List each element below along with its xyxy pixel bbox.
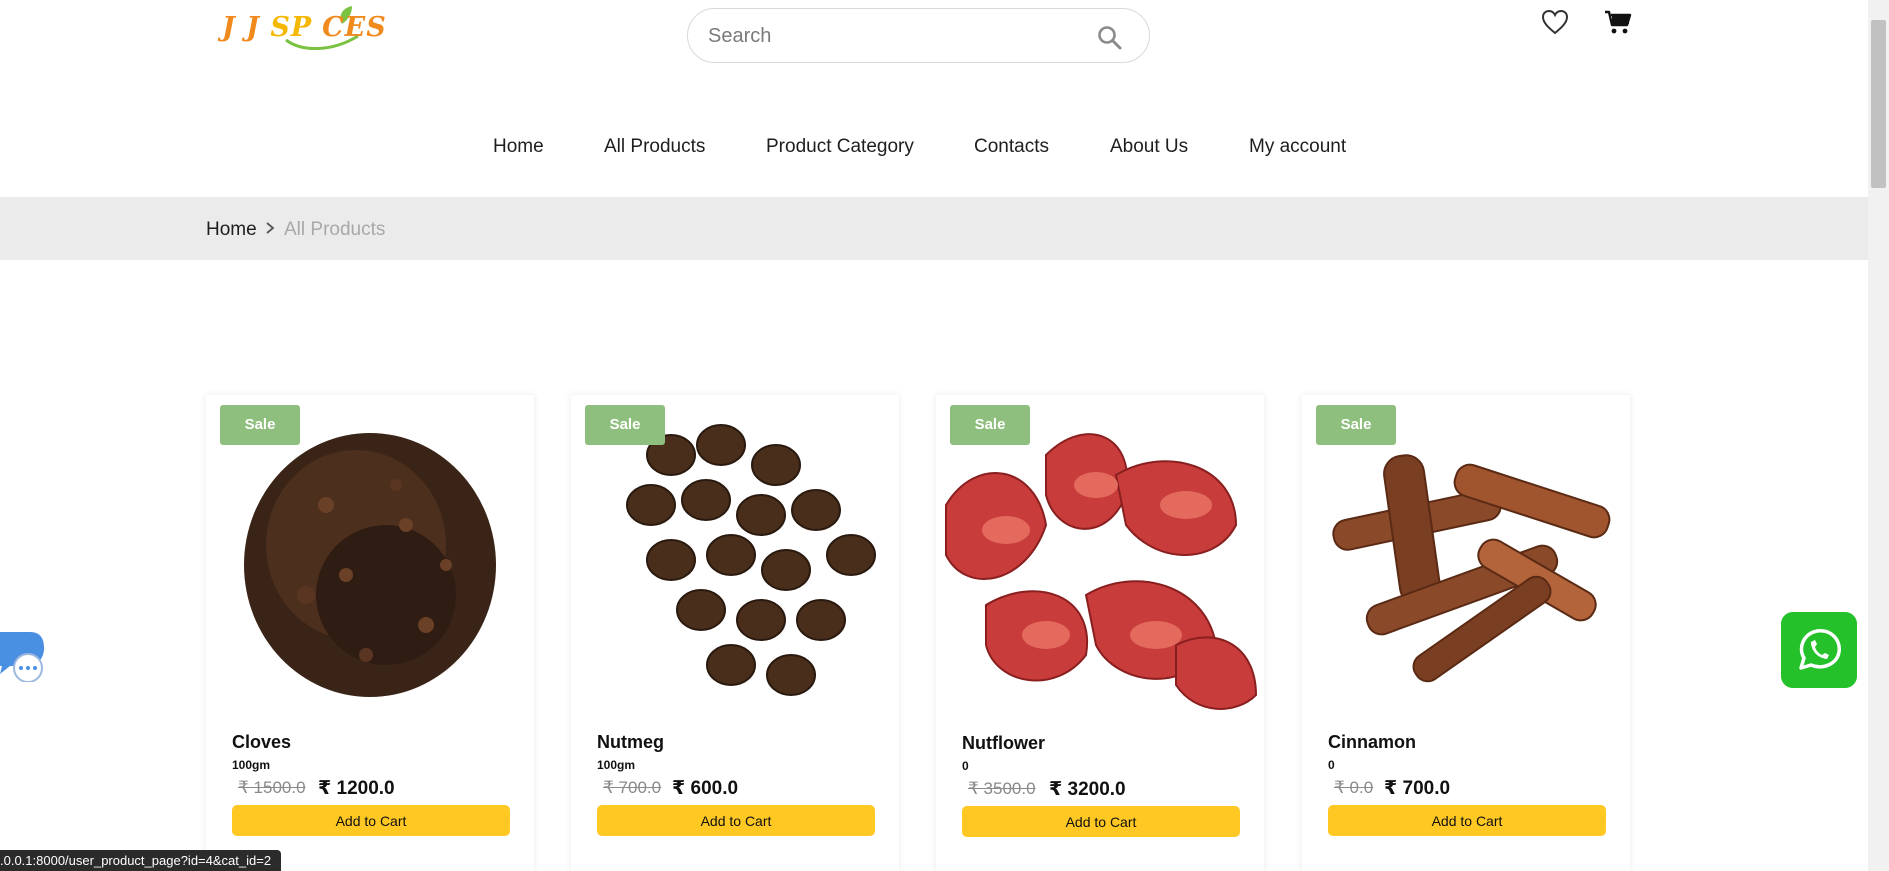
sale-price: ₹ 3200.0 (1049, 779, 1126, 800)
product-quantity: 0 (962, 759, 969, 773)
link-status-bar: .0.0.1:8000/user_product_page?id=4&cat_i… (0, 850, 282, 871)
sale-price: ₹ 700.0 (1384, 778, 1451, 799)
nav-product-category[interactable]: Product Category (766, 136, 914, 158)
whatsapp-icon[interactable] (1781, 612, 1857, 688)
scrollbar-thumb[interactable] (1871, 20, 1886, 188)
chevron-right-icon (266, 222, 275, 234)
breadcrumb: Home All Products (0, 197, 1868, 260)
add-to-cart-button[interactable]: Add to Cart (1328, 805, 1606, 836)
nav-home[interactable]: Home (493, 136, 544, 158)
sale-badge: Sale (585, 405, 665, 445)
cart-icon[interactable] (1604, 9, 1632, 35)
product-card-cinnamon[interactable]: Sale Cinnamon 0 ₹ 0.0 ₹ 700.0 Add to Car… (1302, 395, 1630, 871)
sale-price: ₹ 600.0 (672, 778, 739, 799)
product-quantity: 0 (1328, 758, 1335, 772)
original-price: ₹ 700.0 (603, 778, 662, 797)
add-to-cart-button[interactable]: Add to Cart (597, 805, 875, 836)
sale-badge: Sale (950, 405, 1030, 445)
add-to-cart-button[interactable]: Add to Cart (232, 805, 510, 836)
sale-badge: Sale (220, 405, 300, 445)
add-to-cart-button[interactable]: Add to Cart (962, 806, 1240, 837)
heart-icon[interactable] (1541, 9, 1569, 35)
original-price: ₹ 1500.0 (238, 778, 306, 797)
chat-icon[interactable] (0, 628, 48, 682)
product-name[interactable]: Cinnamon (1328, 732, 1416, 753)
sale-price: ₹ 1200.0 (318, 778, 395, 799)
product-name[interactable]: Cloves (232, 732, 291, 753)
brand-logo[interactable]: J J SP CES (222, 0, 392, 52)
product-card-nutmeg[interactable]: Sale Nutmeg 100gm ₹ 700.0 ₹ 600.0 Add to… (571, 395, 899, 871)
original-price: ₹ 0.0 (1334, 778, 1374, 797)
nav-about-us[interactable]: About Us (1110, 136, 1188, 158)
product-name[interactable]: Nutmeg (597, 732, 664, 753)
product-name[interactable]: Nutflower (962, 733, 1045, 754)
nav-contacts[interactable]: Contacts (974, 136, 1049, 158)
breadcrumb-home[interactable]: Home (206, 219, 257, 241)
product-quantity: 100gm (597, 758, 636, 772)
search-icon[interactable] (1097, 25, 1123, 51)
product-quantity: 100gm (232, 758, 271, 772)
nav-my-account[interactable]: My account (1249, 136, 1346, 158)
original-price: ₹ 3500.0 (968, 779, 1036, 798)
product-card-cloves[interactable]: Sale Cloves 100gm ₹ 1500.0 ₹ 1200.0 Add … (206, 395, 534, 871)
product-card-nutflower[interactable]: Sale Nutflower 0 ₹ 3500.0 ₹ 3200.0 Add t… (936, 395, 1264, 871)
logo-text: J J SP CES (222, 12, 387, 43)
main-nav: Home All Products Product Category Conta… (0, 136, 1868, 160)
search-input[interactable] (708, 21, 1068, 51)
sale-badge: Sale (1316, 405, 1396, 445)
nav-all-products[interactable]: All Products (604, 136, 705, 158)
search-box (687, 8, 1150, 63)
breadcrumb-current: All Products (284, 219, 386, 240)
